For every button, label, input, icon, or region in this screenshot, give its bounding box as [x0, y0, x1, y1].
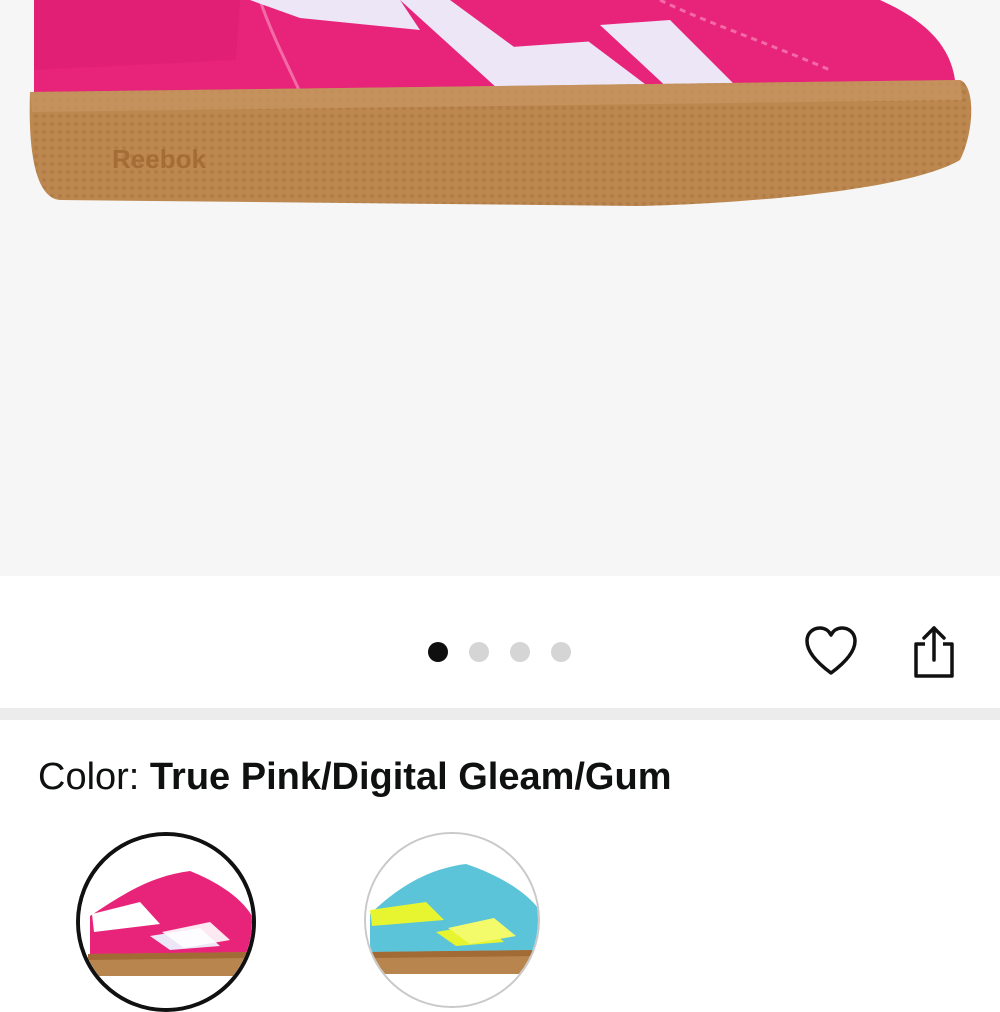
product-image: Reebok	[29, 0, 972, 206]
pagination-dot[interactable]	[510, 642, 530, 662]
pagination-dot[interactable]	[469, 642, 489, 662]
section-divider	[0, 708, 1000, 720]
share-button[interactable]	[906, 622, 962, 680]
share-icon	[914, 626, 954, 678]
gallery-controls	[0, 576, 1000, 708]
pagination-dot[interactable]	[428, 642, 448, 662]
sole-brand-text: Reebok	[112, 144, 206, 174]
color-selection-label: Color: True Pink/Digital Gleam/Gum	[38, 756, 672, 799]
add-to-list-button[interactable]	[802, 623, 860, 681]
color-label: Color:	[38, 756, 150, 798]
color-swatch-true-pink[interactable]	[76, 832, 256, 1012]
pagination-dot[interactable]	[551, 642, 571, 662]
product-image-area[interactable]: Reebok	[0, 0, 1000, 576]
color-value: True Pink/Digital Gleam/Gum	[149, 756, 672, 798]
shoe-thumbnail-blue	[366, 834, 538, 1006]
gallery-pagination	[428, 642, 571, 662]
shoe-thumbnail-pink	[80, 836, 252, 1008]
color-swatch-blue[interactable]	[364, 832, 540, 1008]
heart-icon	[805, 626, 857, 675]
